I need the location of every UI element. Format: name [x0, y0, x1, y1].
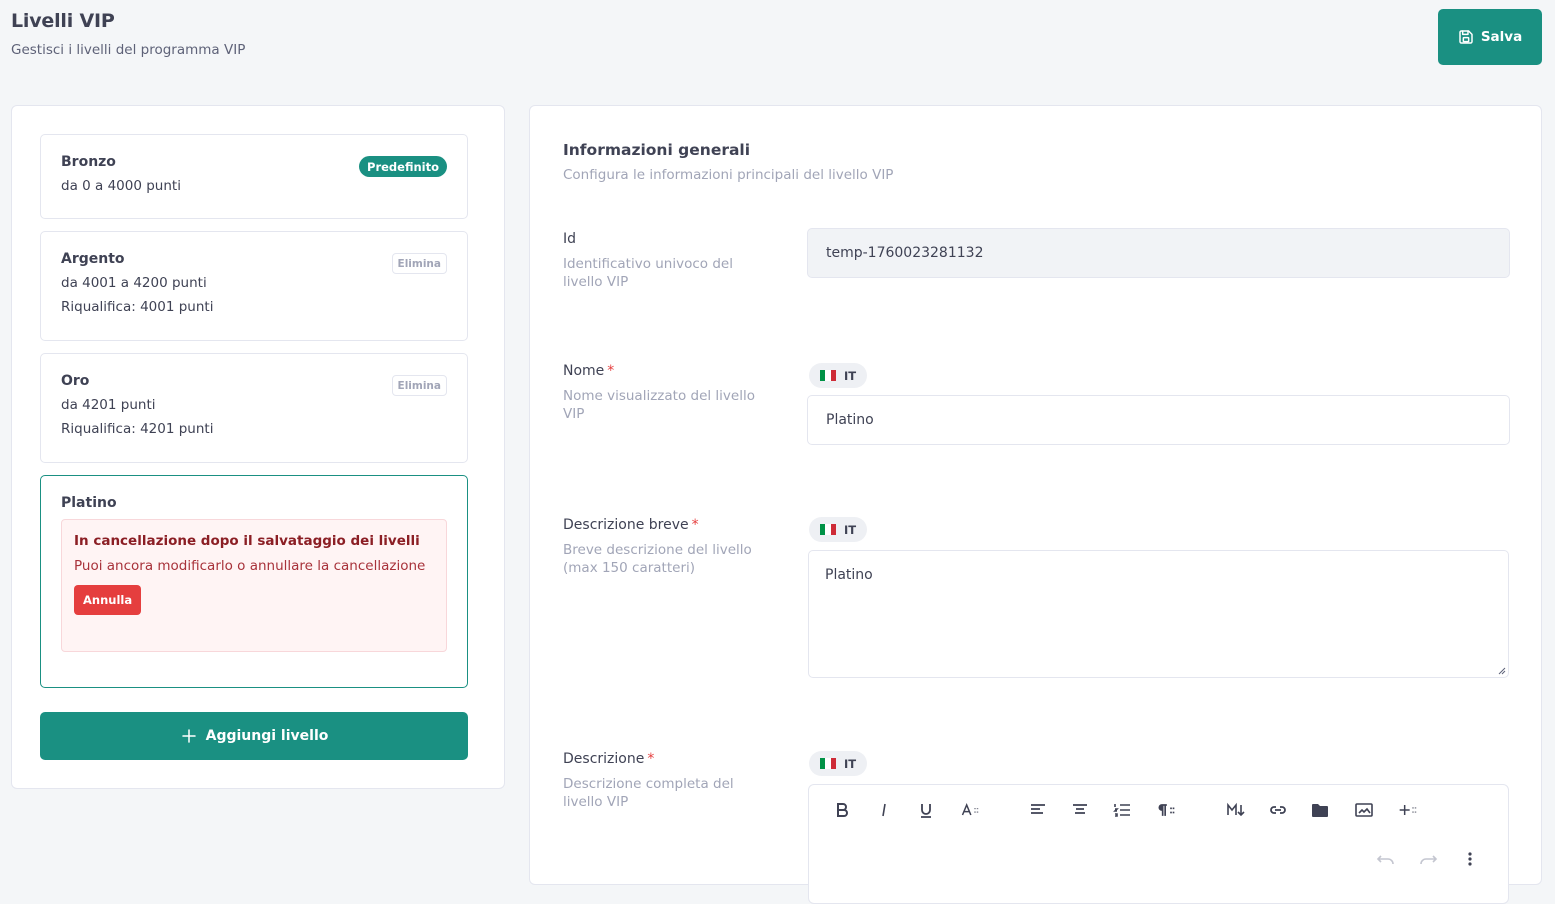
align-center-icon[interactable]	[1069, 799, 1091, 821]
id-field[interactable]: temp-1760023281132	[807, 228, 1510, 278]
descrizione-breve-help: Breve descrizione del livello (max 150 c…	[563, 542, 752, 576]
level-card-oro[interactable]: Oro da 4201 punti Riqualifica: 4201 punt…	[40, 353, 468, 463]
level-range: da 4001 a 4200 punti	[61, 275, 207, 291]
id-help: Identificativo univoco del livello VIP	[563, 256, 733, 290]
folder-icon[interactable]	[1309, 799, 1331, 821]
default-badge: Predefinito	[359, 156, 447, 177]
required-mark: *	[691, 517, 699, 533]
language-code: IT	[844, 368, 857, 383]
language-chip[interactable]: IT	[809, 517, 868, 542]
add-level-button[interactable]: Aggiungi livello	[40, 712, 468, 760]
id-label: Id	[563, 231, 577, 247]
required-mark: *	[647, 751, 655, 767]
italy-flag-icon	[820, 524, 836, 535]
rich-text-editor[interactable]	[808, 784, 1509, 904]
nome-help: Nome visualizzato del livello VIP	[563, 388, 755, 422]
resize-handle-icon[interactable]	[1496, 665, 1506, 675]
link-icon[interactable]	[1267, 799, 1289, 821]
level-range: da 4201 punti	[61, 397, 156, 413]
italic-icon[interactable]	[873, 799, 895, 821]
level-name: Argento	[61, 251, 125, 267]
font-size-icon[interactable]	[957, 799, 983, 821]
descrizione-breve-textarea[interactable]: Platino	[808, 550, 1509, 678]
descrizione-help: Descrizione completa del livello VIP	[563, 776, 734, 810]
pending-deletion-alert: In cancellazione dopo il salvataggio dei…	[61, 519, 447, 652]
alert-title: In cancellazione dopo il salvataggio dei…	[74, 533, 420, 549]
add-level-label: Aggiungi livello	[205, 728, 329, 744]
section-description: Configura le informazioni principali del…	[563, 167, 894, 183]
language-chip[interactable]: IT	[809, 751, 868, 776]
required-mark: *	[607, 363, 615, 379]
language-code: IT	[844, 522, 857, 537]
insert-more-icon[interactable]	[1395, 799, 1421, 821]
save-button[interactable]: Salva	[1438, 9, 1542, 65]
delete-level-button[interactable]: Elimina	[391, 253, 447, 274]
bold-icon[interactable]	[831, 799, 853, 821]
nome-label: Nome *	[563, 363, 615, 379]
markdown-icon[interactable]	[1225, 799, 1247, 821]
level-requalify: Riqualifica: 4001 punti	[61, 299, 214, 315]
ordered-list-icon[interactable]	[1111, 799, 1133, 821]
level-name: Oro	[61, 373, 90, 389]
page-subtitle: Gestisci i livelli del programma VIP	[11, 42, 246, 58]
image-icon[interactable]	[1353, 799, 1375, 821]
section-title: Informazioni generali	[563, 141, 751, 159]
more-vertical-icon[interactable]	[1459, 848, 1481, 870]
save-button-label: Salva	[1480, 29, 1523, 45]
plus-icon	[181, 729, 196, 743]
level-requalify: Riqualifica: 4201 punti	[61, 421, 214, 437]
undo-delete-button[interactable]: Annulla	[74, 585, 142, 615]
italy-flag-icon	[820, 758, 836, 769]
alert-text: Puoi ancora modificarlo o annullare la c…	[74, 558, 426, 574]
delete-level-button[interactable]: Elimina	[391, 375, 447, 396]
level-name: Platino	[61, 495, 117, 511]
paragraph-icon[interactable]	[1153, 799, 1179, 821]
level-card-bronzo[interactable]: Bronzo da 0 a 4000 punti Predefinito	[40, 134, 468, 219]
descrizione-label: Descrizione *	[563, 751, 655, 767]
descrizione-breve-label: Descrizione breve *	[563, 517, 699, 533]
align-left-icon[interactable]	[1027, 799, 1049, 821]
page-header: Livelli VIP Gestisci i livelli del progr…	[11, 10, 245, 58]
level-range: da 0 a 4000 punti	[61, 178, 181, 194]
undo-icon[interactable]	[1375, 848, 1397, 870]
level-form-panel: Informazioni generali Configura le infor…	[529, 105, 1542, 904]
redo-icon[interactable]	[1417, 848, 1439, 870]
textarea-value: Platino	[825, 567, 873, 583]
level-card-argento[interactable]: Argento da 4001 a 4200 punti Riqualifica…	[40, 231, 468, 341]
page-title: Livelli VIP	[11, 10, 115, 32]
underline-icon[interactable]	[915, 799, 937, 821]
save-icon	[1459, 30, 1473, 44]
language-chip[interactable]: IT	[809, 363, 868, 388]
language-code: IT	[844, 756, 857, 771]
italy-flag-icon	[820, 370, 836, 381]
nome-input[interactable]: Platino	[807, 395, 1510, 445]
levels-panel: Bronzo da 0 a 4000 punti Predefinito Arg…	[11, 105, 505, 789]
level-card-platino[interactable]: Platino In cancellazione dopo il salvata…	[40, 475, 468, 688]
